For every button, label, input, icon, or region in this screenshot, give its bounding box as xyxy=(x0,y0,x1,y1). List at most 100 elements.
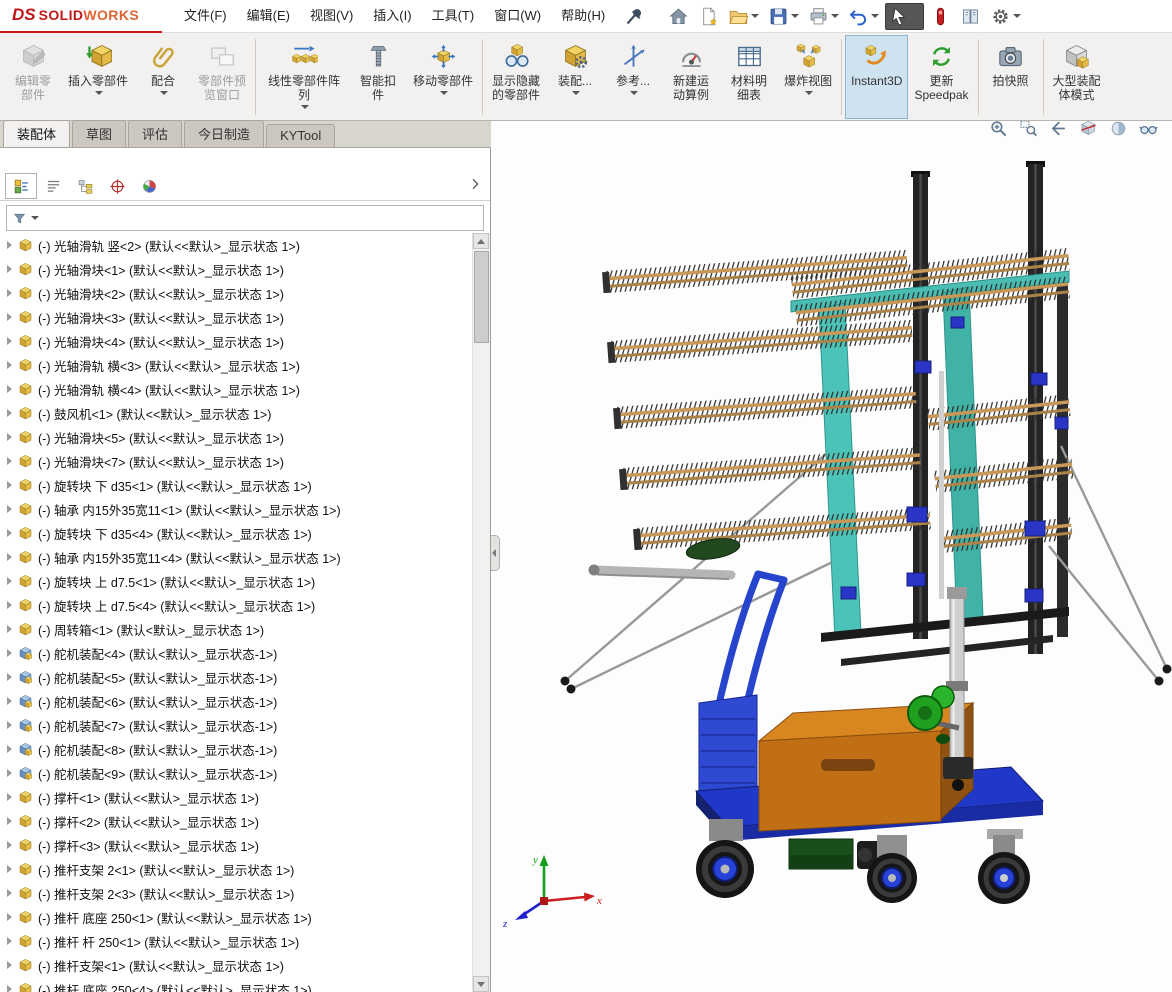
expand-arrow-icon[interactable] xyxy=(7,625,12,633)
tree-item[interactable]: (-) 光轴滑块<4> (默认<<默认>_显示状态 1>) xyxy=(0,329,473,353)
print-button[interactable] xyxy=(805,4,842,29)
tree-item[interactable]: (-) 推杆 杆 250<1> (默认<<默认>_显示状态 1>) xyxy=(0,929,473,953)
tree-item[interactable]: (-) 鼓风机<1> (默认<<默认>_显示状态 1>) xyxy=(0,401,473,425)
insert-component-button[interactable]: 插入零部件 xyxy=(62,35,134,119)
tree-item[interactable]: (-) 旋转块 下 d35<1> (默认<<默认>_显示状态 1>) xyxy=(0,473,473,497)
tab-3[interactable]: 今日制造 xyxy=(184,120,265,147)
dropdown-arrow-icon[interactable] xyxy=(95,91,103,95)
tab-1[interactable]: 草图 xyxy=(72,120,127,147)
expand-arrow-icon[interactable] xyxy=(7,553,12,561)
expand-arrow-icon[interactable] xyxy=(7,313,12,321)
expand-arrow-icon[interactable] xyxy=(7,673,12,681)
menu-item-3[interactable]: 插入(I) xyxy=(363,0,421,32)
snapshot-button[interactable]: 拍快照 xyxy=(982,35,1040,119)
expand-arrow-icon[interactable] xyxy=(7,481,12,489)
expand-arrow-icon[interactable] xyxy=(7,985,12,992)
dropdown-arrow-icon[interactable] xyxy=(31,216,39,220)
expand-arrow-icon[interactable] xyxy=(7,457,12,465)
expand-arrow-icon[interactable] xyxy=(7,241,12,249)
tree-item[interactable]: (-) 光轴滑块<1> (默认<<默认>_显示状态 1>) xyxy=(0,257,473,281)
exploded-view-button[interactable]: 爆炸视图 xyxy=(778,35,838,119)
assembly-features-button[interactable]: 装配... xyxy=(546,35,604,119)
new-document-button[interactable] xyxy=(695,4,722,29)
tree-item[interactable]: (-) 撑杆<3> (默认<<默认>_显示状态 1>) xyxy=(0,833,473,857)
dropdown-arrow-icon[interactable] xyxy=(912,14,921,18)
expand-arrow-icon[interactable] xyxy=(7,577,12,585)
tree-item[interactable]: (-) 舵机装配<6> (默认<默认>_显示状态-1>) xyxy=(0,689,473,713)
dropdown-arrow-icon[interactable] xyxy=(301,105,310,109)
component-preview-button[interactable]: 零部件预 览窗口 xyxy=(192,35,252,119)
tree-item[interactable]: (-) 舵机装配<7> (默认<默认>_显示状态-1>) xyxy=(0,713,473,737)
expand-arrow-icon[interactable] xyxy=(7,289,12,297)
expand-arrow-icon[interactable] xyxy=(7,793,12,801)
tree-item[interactable]: (-) 撑杆<1> (默认<<默认>_显示状态 1>) xyxy=(0,785,473,809)
expand-arrow-icon[interactable] xyxy=(7,721,12,729)
expand-arrow-icon[interactable] xyxy=(7,265,12,273)
expand-arrow-icon[interactable] xyxy=(7,529,12,537)
dropdown-arrow-icon[interactable] xyxy=(791,14,800,18)
tree-item[interactable]: (-) 光轴滑轨 横<4> (默认<<默认>_显示状态 1>) xyxy=(0,377,473,401)
tree-item[interactable]: (-) 旋转块 上 d7.5<4> (默认<<默认>_显示状态 1>) xyxy=(0,593,473,617)
scroll-down-button[interactable] xyxy=(473,976,489,992)
tree-item[interactable]: (-) 舵机装配<4> (默认<默认>_显示状态-1>) xyxy=(0,641,473,665)
instant3d-button[interactable]: Instant3D xyxy=(845,35,909,119)
assembly-3d-model[interactable]: x y z xyxy=(491,121,1172,992)
scrollbar-thumb[interactable] xyxy=(474,251,489,343)
tree-item[interactable]: (-) 推杆支架<1> (默认<<默认>_显示状态 1>) xyxy=(0,953,473,977)
tree-item[interactable]: (-) 舵机装配<8> (默认<默认>_显示状态-1>) xyxy=(0,737,473,761)
expand-arrow-icon[interactable] xyxy=(7,817,12,825)
graphics-area[interactable]: x y z xyxy=(491,121,1172,992)
reference-geometry-button[interactable]: 参考... xyxy=(604,35,662,119)
expand-arrow-icon[interactable] xyxy=(7,769,12,777)
tab-0[interactable]: 装配体 xyxy=(3,120,71,147)
expand-arrow-icon[interactable] xyxy=(7,841,12,849)
dropdown-arrow-icon[interactable] xyxy=(751,14,760,18)
expand-arrow-icon[interactable] xyxy=(7,649,12,657)
select-cursor-button[interactable] xyxy=(885,2,925,30)
tree-item[interactable]: (-) 光轴滑轨 横<3> (默认<<默认>_显示状态 1>) xyxy=(0,353,473,377)
open-folder-button[interactable] xyxy=(725,4,762,29)
filter-bar[interactable] xyxy=(6,205,484,231)
expand-arrow-icon[interactable] xyxy=(7,961,12,969)
menu-item-4[interactable]: 工具(T) xyxy=(422,0,485,32)
menu-item-1[interactable]: 编辑(E) xyxy=(237,0,300,32)
expand-arrow-icon[interactable] xyxy=(7,601,12,609)
tree-item[interactable]: (-) 推杆支架 2<1> (默认<<默认>_显示状态 1>) xyxy=(0,857,473,881)
panel-collapse-handle[interactable] xyxy=(491,535,500,571)
move-component-button[interactable]: 移动零部件 xyxy=(407,35,479,119)
menu-item-2[interactable]: 视图(V) xyxy=(300,0,363,32)
toolbox-book-button[interactable] xyxy=(957,4,984,29)
dropdown-arrow-icon[interactable] xyxy=(630,91,639,95)
tab-4[interactable]: KYTool xyxy=(266,124,336,147)
tree-item[interactable]: (-) 光轴滑块<3> (默认<<默认>_显示状态 1>) xyxy=(0,305,473,329)
dropdown-arrow-icon[interactable] xyxy=(572,91,581,95)
menu-item-5[interactable]: 窗口(W) xyxy=(484,0,551,32)
motion-study-button[interactable]: 新建运 动算例 xyxy=(662,35,720,119)
display-manager-tab[interactable] xyxy=(133,173,165,199)
mate-button[interactable]: 配合 xyxy=(134,35,192,119)
tree-item[interactable]: (-) 光轴滑块<2> (默认<<默认>_显示状态 1>) xyxy=(0,281,473,305)
bom-button[interactable]: 材料明 细表 xyxy=(720,35,778,119)
settings-gear-button[interactable] xyxy=(987,4,1024,29)
tree-item[interactable]: (-) 舵机装配<9> (默认<默认>_显示状态-1>) xyxy=(0,761,473,785)
tree-item[interactable]: (-) 光轴滑块<7> (默认<<默认>_显示状态 1>) xyxy=(0,449,473,473)
save-button[interactable] xyxy=(765,4,802,29)
configuration-manager-tab[interactable] xyxy=(69,173,101,199)
tree-item[interactable]: (-) 撑杆<2> (默认<<默认>_显示状态 1>) xyxy=(0,809,473,833)
dropdown-arrow-icon[interactable] xyxy=(831,14,840,18)
expand-arrow-icon[interactable] xyxy=(7,697,12,705)
undo-button[interactable] xyxy=(845,4,882,29)
dropdown-arrow-icon[interactable] xyxy=(440,91,449,95)
tree-item[interactable]: (-) 旋转块 上 d7.5<1> (默认<<默认>_显示状态 1>) xyxy=(0,569,473,593)
tree-item[interactable]: (-) 推杆支架 2<3> (默认<<默认>_显示状态 1>) xyxy=(0,881,473,905)
edit-component-button[interactable]: 编辑零 部件 xyxy=(4,35,62,119)
expand-arrow-icon[interactable] xyxy=(7,865,12,873)
tree-item[interactable]: (-) 轴承 内15外35宽11<1> (默认<<默认>_显示状态 1>) xyxy=(0,497,473,521)
tree-item[interactable]: (-) 光轴滑块<5> (默认<<默认>_显示状态 1>) xyxy=(0,425,473,449)
menu-item-0[interactable]: 文件(F) xyxy=(174,0,237,32)
tree-item[interactable]: (-) 轴承 内15外35宽11<4> (默认<<默认>_显示状态 1>) xyxy=(0,545,473,569)
tree-item[interactable]: (-) 推杆 底座 250<1> (默认<<默认>_显示状态 1>) xyxy=(0,905,473,929)
expand-arrow-icon[interactable] xyxy=(7,913,12,921)
expand-arrow-icon[interactable] xyxy=(7,385,12,393)
dropdown-arrow-icon[interactable] xyxy=(871,14,880,18)
